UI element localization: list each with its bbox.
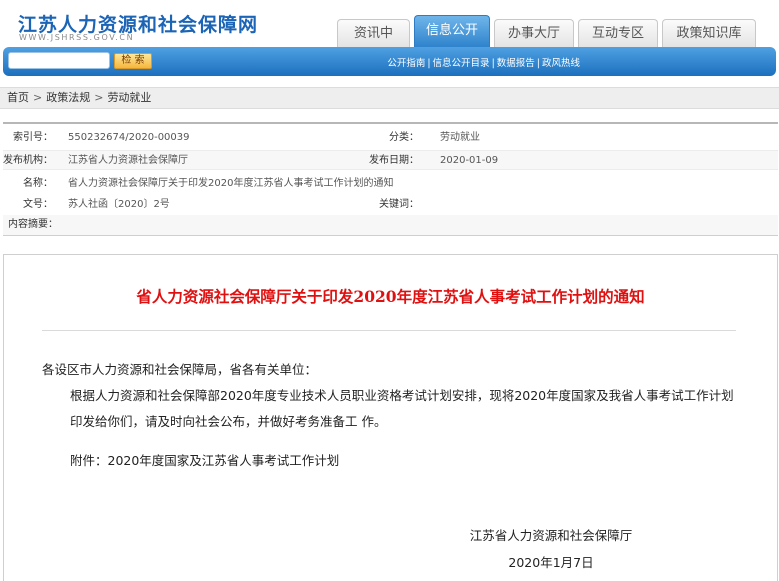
publish-date-value: 2020-01-09: [440, 155, 499, 166]
index-label: 索引号：: [13, 132, 53, 143]
article-signature: 江苏省人力资源和社会保障厅: [469, 528, 633, 543]
doc-number-label: 文号：: [23, 199, 53, 210]
article: 省人力资源社会保障厅关于印发2020年度江苏省人事考试工作计划的通知 各设区市人…: [3, 254, 778, 581]
quicklink-separator: |: [491, 58, 495, 69]
meta-row: 内容摘要：: [3, 215, 778, 235]
meta-row: 发布机构： 江苏省人力资源社会保障厅 发布日期： 2020-01-09: [3, 150, 778, 170]
article-attachment[interactable]: 附件：2020年度国家及江苏省人事考试工作计划: [70, 450, 339, 469]
search-bar: 检 索 公开指南 | 信息公开目录 | 数据报告 | 政风热线: [3, 47, 776, 76]
breadcrumb-employment[interactable]: 劳动就业: [107, 91, 151, 104]
breadcrumb-separator: >: [94, 91, 104, 104]
site-header: 江苏人力资源和社会保障网 WWW.JSHRSS.GOV.CN 资讯中心 信息公开…: [0, 0, 779, 69]
category-label: 分类：: [389, 132, 419, 143]
article-date: 2020年1月7日: [508, 555, 594, 570]
meta-row: 名称： 省人力资源社会保障厅关于印发2020年度江苏省人事考试工作计划的通知: [3, 174, 778, 194]
quicklink-catalog[interactable]: 信息公开目录: [433, 58, 490, 69]
tab-news-center[interactable]: 资讯中心: [337, 19, 410, 69]
quick-links: 公开指南 | 信息公开目录 | 数据报告 | 政风热线: [387, 55, 580, 69]
quicklink-guide[interactable]: 公开指南: [387, 58, 425, 69]
site-logo-url: WWW.JSHRSS.GOV.CN: [19, 33, 135, 42]
meta-row: 索引号： 550232674/2020-00039 分类： 劳动就业: [3, 128, 778, 148]
breadcrumb-separator: >: [33, 91, 43, 104]
tab-info-disclosure[interactable]: 信息公开: [414, 15, 490, 47]
breadcrumb-home[interactable]: 首页: [7, 91, 29, 104]
tab-policy-knowledge-base[interactable]: 政策知识库: [662, 19, 756, 47]
article-salutation: 各设区市人力资源和社会保障局，省各有关单位：: [42, 362, 318, 377]
category-value: 劳动就业: [440, 132, 480, 143]
name-value: 省人力资源社会保障厅关于印发2020年度江苏省人事考试工作计划的通知: [68, 178, 394, 189]
breadcrumb: 首页 > 政策法规 > 劳动就业: [0, 87, 779, 109]
search-input[interactable]: [8, 52, 110, 69]
keywords-label: 关键词：: [379, 199, 419, 210]
name-label: 名称：: [23, 178, 53, 189]
quicklink-hotline[interactable]: 政风热线: [542, 58, 580, 69]
main-nav-tabs: 资讯中心 信息公开 办事大厅 互动专区 政策知识库: [337, 15, 756, 69]
article-paragraph: 根据人力资源和社会保障部2020年度专业技术人员职业资格考试计划安排，现将202…: [70, 388, 734, 429]
page: 江苏人力资源和社会保障网 WWW.JSHRSS.GOV.CN 资讯中心 信息公开…: [0, 0, 779, 581]
document-metadata: 索引号： 550232674/2020-00039 分类： 劳动就业 发布机构：…: [3, 122, 778, 236]
title-divider: [42, 330, 736, 331]
article-body: 各设区市人力资源和社会保障局，省各有关单位： 根据人力资源和社会保障部2020年…: [42, 357, 742, 435]
publisher-label: 发布机构：: [3, 155, 53, 166]
summary-label: 内容摘要：: [8, 219, 58, 230]
article-title: 省人力资源社会保障厅关于印发2020年度江苏省人事考试工作计划的通知: [136, 287, 645, 306]
tab-interaction-zone[interactable]: 互动专区: [578, 19, 658, 47]
index-value: 550232674/2020-00039: [68, 132, 190, 143]
quicklink-separator: |: [536, 58, 540, 69]
search-button[interactable]: 检 索: [114, 53, 152, 69]
doc-number-value: 苏人社函〔2020〕2号: [68, 199, 170, 210]
publish-date-label: 发布日期：: [369, 155, 419, 166]
publisher-value: 江苏省人力资源社会保障厅: [68, 155, 188, 166]
meta-row: 文号： 苏人社函〔2020〕2号 关键词：: [3, 195, 778, 215]
quicklink-separator: |: [427, 58, 431, 69]
tab-service-hall[interactable]: 办事大厅: [494, 19, 574, 47]
quicklink-data-report[interactable]: 数据报告: [497, 58, 535, 69]
breadcrumb-policy[interactable]: 政策法规: [46, 91, 90, 104]
